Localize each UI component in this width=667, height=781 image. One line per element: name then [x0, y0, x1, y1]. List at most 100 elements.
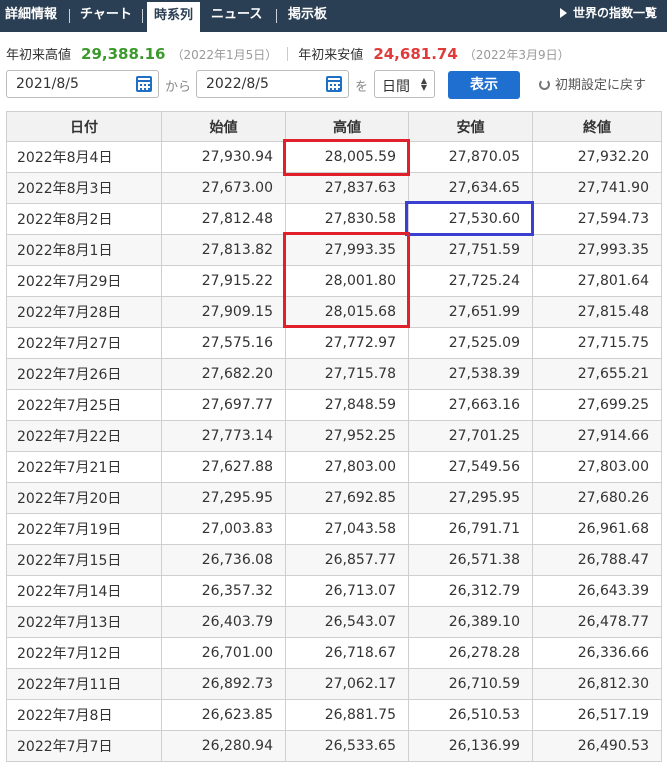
to-date-input[interactable]: 2022/8/5 — [196, 70, 349, 98]
cell-date: 2022年8月3日 — [6, 172, 162, 204]
yearly-low-value: 24,681.74 — [373, 45, 458, 63]
cell-open: 27,697.77 — [161, 389, 286, 421]
cell-low: 27,549.56 — [408, 451, 533, 483]
cell-date: 2022年7月19日 — [6, 513, 162, 545]
cell-date: 2022年7月25日 — [6, 389, 162, 421]
cell-open: 26,403.79 — [161, 606, 286, 638]
table-row: 2022年8月4日 27,930.94 28,005.59 27,870.05 27,9… — [6, 141, 662, 173]
cell-low: 27,725.24 — [408, 265, 533, 297]
cell-date: 2022年7月22日 — [6, 420, 162, 452]
table-row: 2022年8月2日 27,812.48 27,830.58 27,530.60 27,5… — [6, 203, 662, 235]
tab-details[interactable]: 詳細情報 — [5, 0, 57, 32]
cell-open: 27,773.14 — [161, 420, 286, 452]
from-date-value: 2021/8/5 — [16, 76, 79, 92]
table-row: 2022年7月27日 27,575.16 27,772.97 27,525.09 27,… — [6, 327, 662, 359]
tab-news[interactable]: ニュース — [211, 0, 262, 32]
reset-link[interactable]: 初期設定に戻す — [539, 74, 646, 93]
cell-low: 27,663.16 — [408, 389, 533, 421]
cell-open: 26,623.85 — [161, 699, 286, 731]
cell-low: 27,538.39 — [408, 358, 533, 390]
calendar-icon[interactable] — [326, 76, 342, 92]
cell-close: 27,801.64 — [532, 265, 662, 297]
yearly-high-label: 年初来高値 — [6, 48, 72, 63]
yearly-high-date: （2022年1月5日） — [171, 48, 278, 62]
cell-close: 27,815.48 — [532, 296, 662, 328]
cell-open: 27,915.22 — [161, 265, 286, 297]
header-open: 始値 — [161, 111, 286, 142]
cell-date: 2022年8月1日 — [6, 234, 162, 266]
tab-chart[interactable]: チャート — [80, 0, 132, 32]
cell-low: 27,651.99 — [408, 296, 533, 328]
tab-timeseries[interactable]: 時系列 — [147, 0, 201, 32]
cell-open: 27,682.20 — [161, 358, 286, 390]
cell-high: 28,015.68 — [285, 296, 409, 328]
cell-close: 27,803.00 — [532, 451, 662, 483]
cell-low: 26,136.99 — [408, 730, 533, 762]
cell-high: 28,005.59 — [285, 141, 409, 173]
cell-high: 27,993.35 — [285, 234, 409, 266]
cell-date: 2022年7月15日 — [6, 544, 162, 576]
cell-close: 27,594.73 — [532, 203, 662, 235]
cell-open: 27,930.94 — [161, 141, 286, 173]
cell-close: 27,680.26 — [532, 482, 662, 514]
header-high: 高値 — [285, 111, 409, 142]
cell-date: 2022年7月27日 — [6, 327, 162, 359]
cell-low: 27,701.25 — [408, 420, 533, 452]
cell-high: 27,837.63 — [285, 172, 409, 204]
table-row: 2022年7月8日 26,623.85 26,881.75 26,510.53 26,5… — [6, 699, 662, 731]
cell-close: 27,932.20 — [532, 141, 662, 173]
table-row: 2022年8月1日 27,813.82 27,993.35 27,751.59 27,9… — [6, 234, 662, 266]
nav-bar: 詳細情報 チャート 時系列 ニュース 掲示板 世界の指数一覧 — [0, 0, 667, 32]
header-close: 終値 — [532, 111, 662, 142]
cell-close: 27,914.66 — [532, 420, 662, 452]
cell-low: 26,571.38 — [408, 544, 533, 576]
show-button[interactable]: 表示 — [448, 71, 520, 99]
cell-high: 27,692.85 — [285, 482, 409, 514]
to-date-value: 2022/8/5 — [206, 76, 269, 92]
cell-date: 2022年7月11日 — [6, 668, 162, 700]
cell-date: 2022年7月26日 — [6, 358, 162, 390]
table-row: 2022年7月15日 26,736.08 26,857.77 26,571.38 26,… — [6, 544, 662, 576]
table-row: 2022年7月20日 27,295.95 27,692.85 27,295.95 27,… — [6, 482, 662, 514]
cell-close: 27,699.25 — [532, 389, 662, 421]
cell-date: 2022年7月12日 — [6, 637, 162, 669]
updown-arrows-icon: ▲ ▼ — [420, 76, 427, 92]
yearly-high-value: 29,388.16 — [81, 45, 166, 63]
header-low: 安値 — [408, 111, 533, 142]
cell-close: 27,715.75 — [532, 327, 662, 359]
cell-date: 2022年7月21日 — [6, 451, 162, 483]
cell-open: 27,003.83 — [161, 513, 286, 545]
cell-high: 28,001.80 — [285, 265, 409, 297]
cell-high: 27,062.17 — [285, 668, 409, 700]
date-range-controls: 2021/8/5 から 2022/8/5 を 日間 ▲ ▼ 表示 初期設定に戻す — [6, 70, 661, 100]
cell-open: 27,627.88 — [161, 451, 286, 483]
table-row: 2022年7月19日 27,003.83 27,043.58 26,791.71 26,… — [6, 513, 662, 545]
cell-low: 26,710.59 — [408, 668, 533, 700]
cell-open: 27,813.82 — [161, 234, 286, 266]
cell-close: 26,788.47 — [532, 544, 662, 576]
from-date-input[interactable]: 2021/8/5 — [6, 70, 159, 98]
cell-date: 2022年7月29日 — [6, 265, 162, 297]
header-date: 日付 — [6, 111, 162, 142]
interval-select[interactable]: 日間 ▲ ▼ — [374, 70, 435, 98]
yearly-low-label: 年初来安値 — [298, 48, 364, 63]
table-row: 2022年7月22日 27,773.14 27,952.25 27,701.25 27,… — [6, 420, 662, 452]
cell-open: 27,673.00 — [161, 172, 286, 204]
calendar-icon[interactable] — [136, 76, 152, 92]
cell-close: 27,655.21 — [532, 358, 662, 390]
cell-close: 26,336.66 — [532, 637, 662, 669]
tab-board[interactable]: 掲示板 — [288, 0, 327, 32]
world-indices-link[interactable]: 世界の指数一覧 — [559, 0, 657, 28]
cell-low: 26,389.10 — [408, 606, 533, 638]
cell-high: 26,857.77 — [285, 544, 409, 576]
cell-low: 27,295.95 — [408, 482, 533, 514]
cell-date: 2022年7月7日 — [6, 730, 162, 762]
cell-open: 27,295.95 — [161, 482, 286, 514]
to-text: を — [355, 80, 369, 95]
cell-low: 26,510.53 — [408, 699, 533, 731]
cell-open: 27,575.16 — [161, 327, 286, 359]
cell-open: 27,812.48 — [161, 203, 286, 235]
cell-low: 26,278.28 — [408, 637, 533, 669]
cell-date: 2022年7月14日 — [6, 575, 162, 607]
table-row: 2022年7月21日 27,627.88 27,803.00 27,549.56 27,… — [6, 451, 662, 483]
